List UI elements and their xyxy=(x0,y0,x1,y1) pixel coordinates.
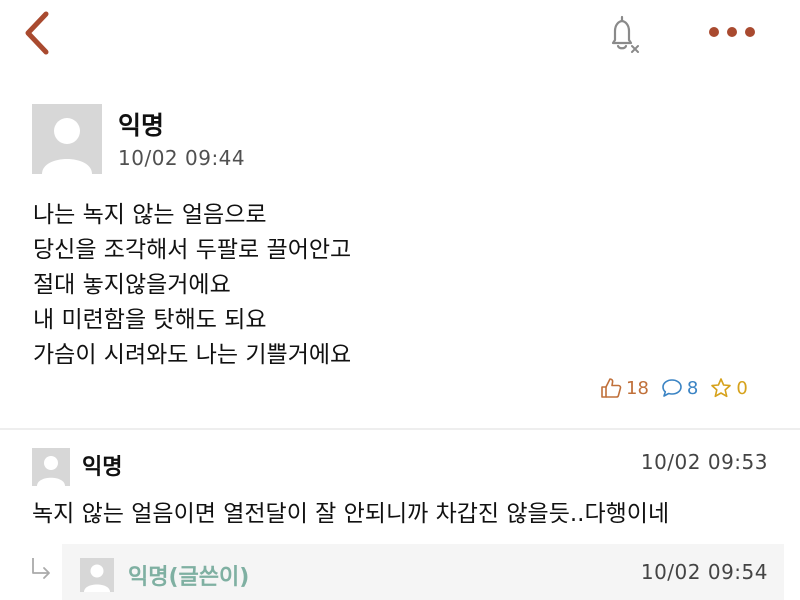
star-icon xyxy=(711,378,732,398)
post-body: 나는 녹지 않는 얼음으로 당신을 조각해서 두팔로 끌어안고 절대 놓지않을거… xyxy=(33,198,351,373)
post-stats: 18 8 0 xyxy=(600,373,748,403)
comment-item: 익명 10/02 09:53 녹지 않는 얼음이면 열전달이 잘 안되니까 차갑… xyxy=(0,440,800,540)
reply-timestamp: 10/02 09:54 xyxy=(640,560,768,584)
comment-text: 녹지 않는 얼음이면 열전달이 잘 안되니까 차갑진 않을듯..다행이네 xyxy=(32,501,670,527)
bell-off-icon xyxy=(611,15,639,53)
speech-bubble-icon xyxy=(662,379,682,397)
like-button[interactable]: 18 xyxy=(600,377,649,399)
like-count: 18 xyxy=(626,377,649,399)
post-author: 익명 xyxy=(118,111,165,140)
chevron-left-icon xyxy=(25,11,49,55)
notification-toggle-button[interactable] xyxy=(600,12,646,58)
comment-timestamp: 10/02 09:53 xyxy=(640,450,768,474)
post-line: 절대 놓지않을거에요 xyxy=(33,272,231,298)
author-avatar xyxy=(32,104,102,174)
post-line: 나는 녹지 않는 얼음으로 xyxy=(33,202,267,228)
comment-author: 익명 xyxy=(82,455,123,480)
scrap-button[interactable]: 0 xyxy=(710,377,748,399)
comment-count: 8 xyxy=(686,377,699,399)
section-divider xyxy=(0,428,800,430)
post-line: 내 미련함을 탓해도 되요 xyxy=(33,307,267,333)
scrap-count: 0 xyxy=(736,377,748,399)
reply-avatar xyxy=(80,558,114,592)
reply-arrow-icon xyxy=(32,558,50,579)
reply-author: 익명(글쓴이) xyxy=(128,565,250,590)
default-avatar-icon xyxy=(32,104,102,174)
default-avatar-icon xyxy=(32,448,70,486)
thumbs-up-icon xyxy=(601,378,622,398)
post-line: 당신을 조각해서 두팔로 끌어안고 xyxy=(33,237,352,263)
more-options-button[interactable] xyxy=(700,14,764,50)
post-timestamp: 10/02 09:44 xyxy=(118,146,246,170)
post-line: 가슴이 시려와도 나는 기쁠거에요 xyxy=(33,342,352,368)
more-dots-icon xyxy=(709,27,755,37)
default-avatar-icon xyxy=(80,558,114,592)
top-bar xyxy=(0,0,800,70)
comment-avatar xyxy=(32,448,70,486)
back-button[interactable] xyxy=(16,8,60,58)
comment-count-button[interactable]: 8 xyxy=(661,377,698,399)
reply-item: 익명(글쓴이) 10/02 09:54 xyxy=(62,544,784,600)
